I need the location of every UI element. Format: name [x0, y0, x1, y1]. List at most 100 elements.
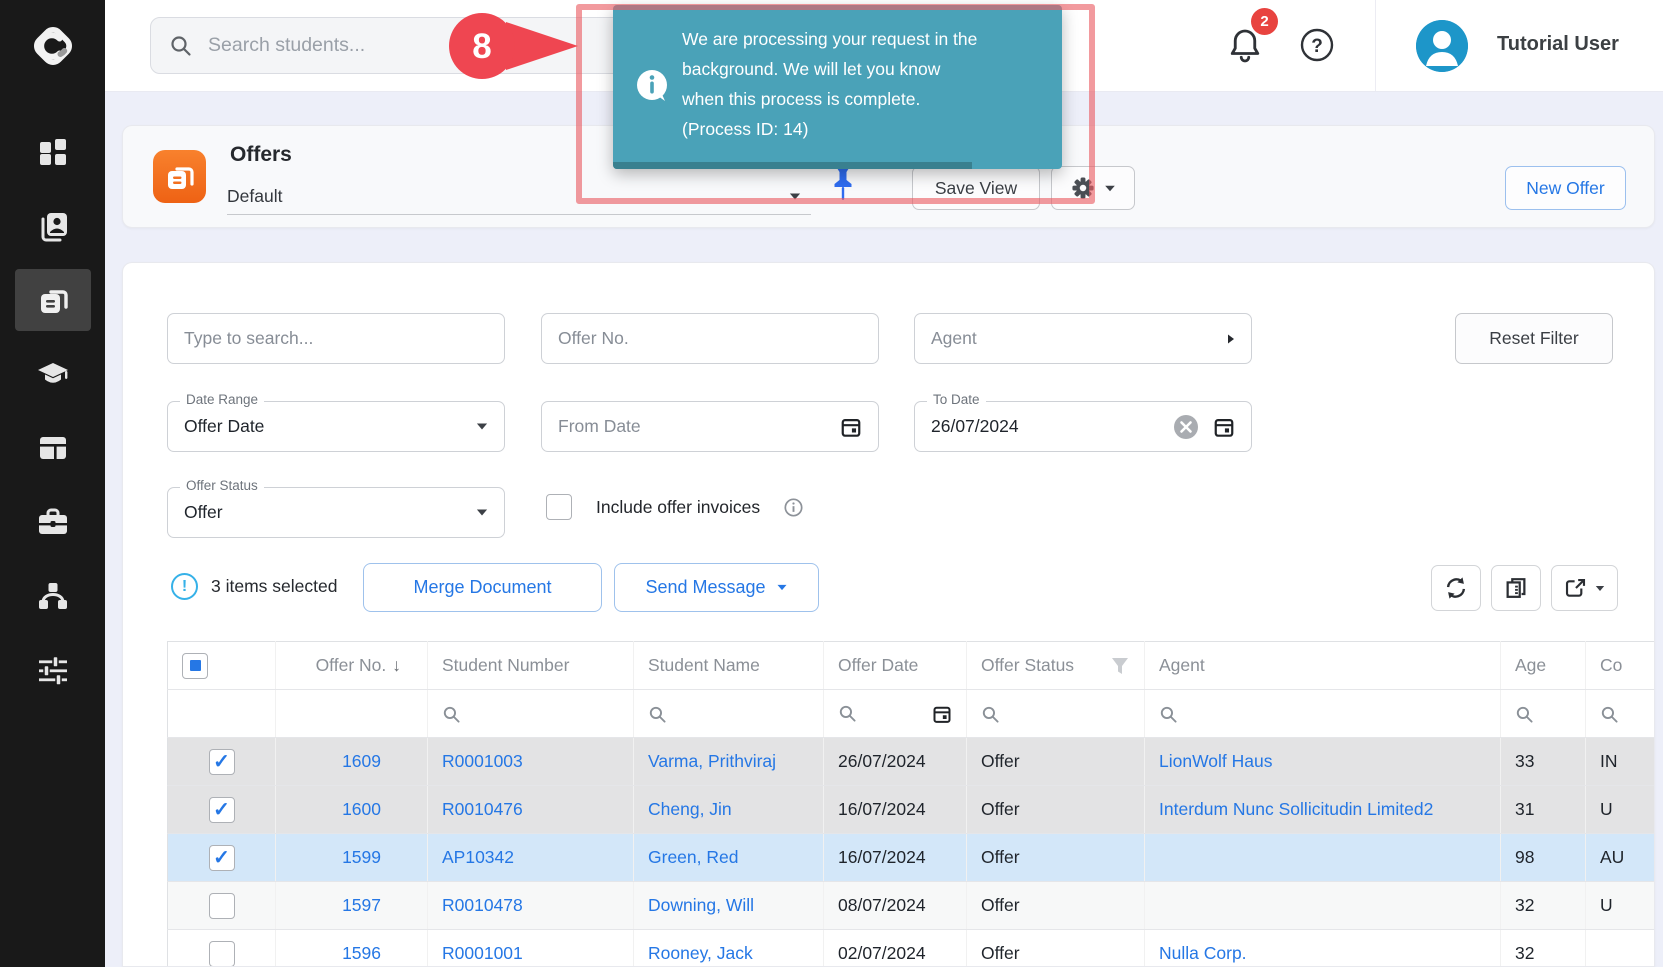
header-select-all[interactable] [168, 642, 276, 690]
cell-student-name-link[interactable]: Cheng, Jin [648, 799, 732, 819]
export-button[interactable] [1551, 565, 1618, 611]
table-row[interactable]: 1599AP10342Green, Red16/07/2024Offer98AU [168, 834, 1656, 882]
row-checkbox[interactable] [209, 797, 235, 823]
column-header-agent[interactable]: Agent [1145, 642, 1501, 690]
filter-cell-student-name[interactable] [634, 690, 824, 738]
column-header-offer-date[interactable]: Offer Date [824, 642, 967, 690]
row-checkbox[interactable] [209, 893, 235, 919]
sidebar-item-contacts[interactable] [15, 195, 91, 257]
clear-date-icon[interactable] [1173, 414, 1199, 440]
column-header-offer-no[interactable]: Offer No.↓ [276, 642, 428, 690]
filter-funnel-icon[interactable] [1110, 656, 1130, 676]
cell-student-name-link[interactable]: Green, Red [648, 847, 738, 867]
cell-offer-no-link[interactable]: 1600 [342, 799, 381, 819]
sidebar-item-network[interactable] [15, 565, 91, 627]
sidebar-item-offers[interactable] [15, 269, 91, 331]
table-row[interactable]: 1609R0001003Varma, Prithviraj26/07/2024O… [168, 738, 1656, 786]
row-select-cell[interactable] [168, 738, 276, 786]
offer-no-input[interactable]: Offer No. [541, 313, 879, 364]
info-tooltip-icon[interactable] [784, 498, 803, 517]
help-button[interactable]: ? [1299, 27, 1335, 63]
cell-agent-link[interactable]: Nulla Corp. [1159, 943, 1247, 963]
offer-status-label: Offer Status [180, 478, 264, 493]
reset-filter-button[interactable]: Reset Filter [1455, 313, 1613, 364]
reset-filter-label: Reset Filter [1489, 328, 1578, 349]
cell-student-name-link[interactable]: Rooney, Jack [648, 943, 753, 963]
select-all-checkbox[interactable] [182, 653, 208, 679]
sidebar-item-settings[interactable] [15, 639, 91, 701]
cell-offer-no-link[interactable]: 1597 [342, 895, 381, 915]
row-select-cell[interactable] [168, 834, 276, 882]
user-avatar[interactable] [1416, 20, 1468, 72]
filter-cell-offer-date[interactable] [824, 690, 967, 738]
filter-cell-country[interactable] [1586, 690, 1656, 738]
cell-offer-no-link[interactable]: 1596 [342, 943, 381, 963]
row-checkbox[interactable] [209, 749, 235, 775]
filter-cell-offer-no[interactable] [276, 690, 428, 738]
cell-offer-no-link[interactable]: 1599 [342, 847, 381, 867]
merge-document-button[interactable]: Merge Document [363, 563, 602, 612]
cell-student-name-link[interactable]: Downing, Will [648, 895, 754, 915]
sidebar-item-briefcase[interactable] [15, 491, 91, 553]
calendar-icon[interactable] [1213, 416, 1235, 438]
quick-search-input[interactable]: Type to search... [167, 313, 505, 364]
sidebar-item-education[interactable] [15, 343, 91, 405]
user-name[interactable]: Tutorial User [1497, 33, 1619, 56]
copy-grid-button[interactable] [1491, 565, 1541, 611]
toast-progress-bar [613, 162, 972, 169]
agent-select[interactable]: Agent [914, 313, 1252, 364]
cell-offer-no-link[interactable]: 1609 [342, 751, 381, 771]
column-header-country[interactable]: Co [1586, 642, 1656, 690]
chevron-down-icon [477, 424, 487, 430]
filter-cell-offer-status[interactable] [967, 690, 1145, 738]
cell-agent-link[interactable]: Interdum Nunc Sollicitudin Limited2 [1159, 799, 1433, 819]
app-logo[interactable] [0, 0, 105, 92]
chevron-down-icon [790, 194, 800, 200]
include-invoices-checkbox[interactable] [546, 494, 572, 520]
row-select-cell[interactable] [168, 882, 276, 930]
send-message-button[interactable]: Send Message [614, 563, 819, 612]
cell-student-number-link[interactable]: R0010478 [442, 895, 523, 915]
cell-agent-link[interactable]: LionWolf Haus [1159, 751, 1273, 771]
date-range-select[interactable]: Date Range Offer Date [167, 401, 505, 452]
table-row[interactable]: 1600R0010476Cheng, Jin16/07/2024OfferInt… [168, 786, 1656, 834]
pin-view-button[interactable] [829, 166, 857, 214]
processing-toast[interactable]: We are processing your request in the ba… [613, 5, 1062, 169]
to-date-input[interactable]: To Date 26/07/2024 [914, 401, 1252, 452]
column-header-age[interactable]: Age [1501, 642, 1586, 690]
refresh-icon [1443, 575, 1469, 601]
sidebar-item-dashboard[interactable] [15, 121, 91, 183]
table-row[interactable]: 1597R0010478Downing, Will08/07/2024Offer… [168, 882, 1656, 930]
cell-student-number-link[interactable]: AP10342 [442, 847, 514, 867]
sidebar [0, 0, 105, 967]
view-settings-button[interactable] [1051, 166, 1135, 210]
view-selector[interactable]: Default [227, 179, 811, 215]
save-view-button[interactable]: Save View [912, 166, 1040, 210]
offer-status-select[interactable]: Offer Status Offer [167, 487, 505, 538]
table-row[interactable]: 1596R0001001Rooney, Jack02/07/2024OfferN… [168, 930, 1656, 967]
cell-agent [1145, 834, 1501, 882]
cell-student-name: Rooney, Jack [634, 930, 824, 967]
from-date-input[interactable]: From Date [541, 401, 879, 452]
filter-cell-agent[interactable] [1145, 690, 1501, 738]
cell-student-number-link[interactable]: R0001001 [442, 943, 523, 963]
cell-student-name: Varma, Prithviraj [634, 738, 824, 786]
calendar-icon[interactable] [932, 704, 952, 724]
calendar-icon[interactable] [840, 416, 862, 438]
row-checkbox[interactable] [209, 845, 235, 871]
cell-student-number-link[interactable]: R0001003 [442, 751, 523, 771]
row-select-cell[interactable] [168, 930, 276, 967]
refresh-button[interactable] [1431, 565, 1481, 611]
column-header-student-name[interactable]: Student Name [634, 642, 824, 690]
cell-student-number-link[interactable]: R0010476 [442, 799, 523, 819]
new-offer-button[interactable]: New Offer [1505, 166, 1626, 210]
filter-cell-student-number[interactable] [428, 690, 634, 738]
cell-student-name-link[interactable]: Varma, Prithviraj [648, 751, 776, 771]
column-header-student-number[interactable]: Student Number [428, 642, 634, 690]
sidebar-item-layout[interactable] [15, 417, 91, 479]
row-checkbox[interactable] [209, 941, 235, 967]
filter-cell-age[interactable] [1501, 690, 1586, 738]
column-header-offer-status[interactable]: Offer Status [967, 642, 1145, 690]
row-select-cell[interactable] [168, 786, 276, 834]
cell-country: IN [1586, 738, 1656, 786]
